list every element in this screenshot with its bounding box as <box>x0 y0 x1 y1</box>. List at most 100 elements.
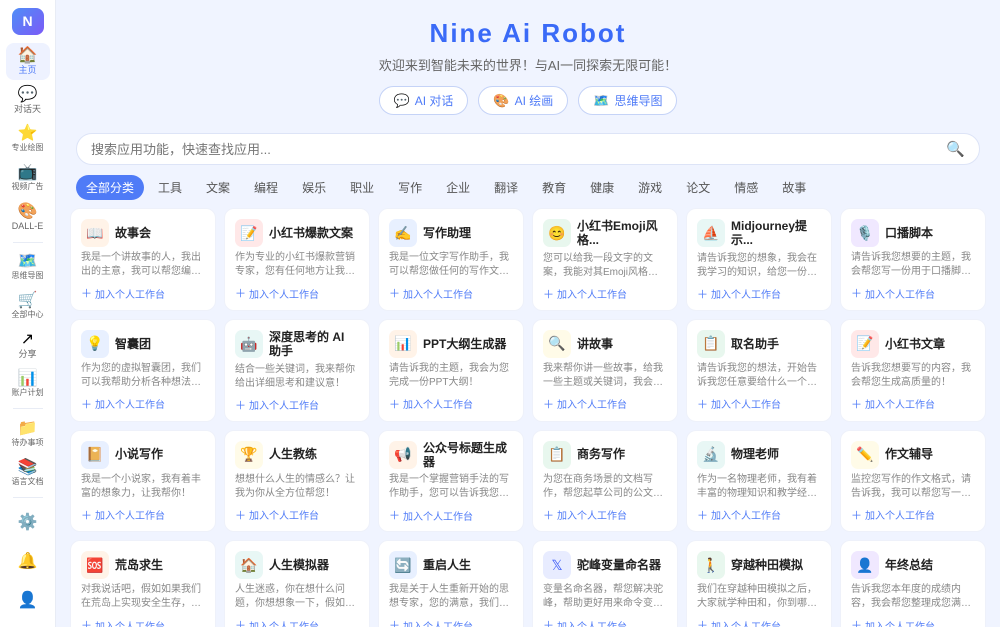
card-item[interactable]: 🎙️ 口播脚本 请告诉我您想要的主题，我会帮您写一份用于口播脚本的脚本文案！ ＋… <box>840 208 986 311</box>
tab-ai-draw[interactable]: 🎨 AI 绘画 <box>478 86 568 115</box>
card-title: 写作助理 <box>423 226 471 240</box>
sidebar-item-draw[interactable]: ⭐ 专业绘图 <box>6 121 50 158</box>
cat-tab-career[interactable]: 职业 <box>340 175 384 200</box>
card-add-button[interactable]: ＋ 加入个人工作台 <box>697 507 821 523</box>
card-add-button[interactable]: ＋ 加入个人工作台 <box>235 507 359 523</box>
card-add-button[interactable]: ＋ 加入个人工作台 <box>697 396 821 412</box>
cat-tab-all[interactable]: 全部分类 <box>76 175 144 200</box>
card-item[interactable]: 📋 取名助手 请告诉我您的想法，开始告诉我您任意要给什么一个什么名字！ ＋ 加入… <box>686 319 832 422</box>
tab-mindmap[interactable]: 🗺️ 思维导图 <box>578 86 677 115</box>
sidebar-label-draw: 专业绘图 <box>12 144 44 152</box>
card-item[interactable]: 📝 小红书爆款文案 作为专业的小红书爆款营销专家，您有任何地方让我帮助您撰写爆款… <box>224 208 370 311</box>
card-add-button[interactable]: ＋ 加入个人工作台 <box>81 507 205 523</box>
card-add-button[interactable]: ＋ 加入个人工作台 <box>235 397 359 413</box>
sidebar-item-dalle[interactable]: 🎨 DALL-E <box>6 199 50 236</box>
card-add-button[interactable]: ＋ 加入个人工作台 <box>697 286 821 302</box>
sidebar-item-center[interactable]: 🛒 全部中心 <box>6 288 50 325</box>
cat-tab-entertainment[interactable]: 娱乐 <box>292 175 336 200</box>
card-item[interactable]: 📖 故事会 我是一个讲故事的人，我出出的主意，我可以帮您编一些有意义的小故事！ … <box>70 208 216 311</box>
card-item[interactable]: 🔬 物理老师 作为一名物理老师，我有着丰富的物理知识和教学经验，可以帮助！ ＋ … <box>686 430 832 533</box>
tab-ai-chat[interactable]: 💬 AI 对话 <box>379 86 469 115</box>
sidebar-item-profile[interactable]: 👤 <box>6 582 50 619</box>
card-add-button[interactable]: ＋ 加入个人工作台 <box>543 617 667 627</box>
plus-icon: ＋ <box>543 617 554 627</box>
cat-tab-tools[interactable]: 工具 <box>148 175 192 200</box>
cat-tab-business[interactable]: 企业 <box>436 175 480 200</box>
card-title: 公众号标题生成器 <box>423 441 513 470</box>
card-item[interactable]: 😊 小红书Emoji风格... 您可以给我一段文字的文案，我能对其Emoji风格… <box>532 208 678 311</box>
palette-icon: 🎨 <box>18 204 38 220</box>
sidebar-item-account[interactable]: 📊 账户计划 <box>6 365 50 402</box>
sidebar-item-mindmap[interactable]: 🗺️ 思维导图 <box>6 249 50 286</box>
card-item[interactable]: 🚶 穿越种田模拟 我们在穿越种田模拟之后，大家就学种田和，你到哪里来！ 我们开始… <box>686 540 832 627</box>
card-item[interactable]: 🏆 人生教练 想想什么人生的情感么？让我为你从全方位帮您！ ＋ 加入个人工作台 <box>224 430 370 533</box>
card-add-button[interactable]: ＋ 加入个人工作台 <box>543 507 667 523</box>
sidebar-item-chat[interactable]: 💬 对话天 <box>6 82 50 119</box>
card-add-button[interactable]: ＋ 加入个人工作台 <box>389 617 513 627</box>
card-add-button[interactable]: ＋ 加入个人工作台 <box>851 285 975 301</box>
card-item[interactable]: 🆘 荒岛求生 对我说话吧，假如如果我们在荒岛上实现安全生存，那么，什么？ ＋ 加… <box>70 540 216 627</box>
card-title: PPT大纲生成器 <box>423 337 506 351</box>
sidebar-item-video[interactable]: 📺 视频广告 <box>6 160 50 197</box>
card-header: 📔 小说写作 <box>81 441 205 469</box>
card-add-button[interactable]: ＋ 加入个人工作台 <box>389 285 513 301</box>
cat-tab-story[interactable]: 故事 <box>772 175 816 200</box>
cat-tab-translate[interactable]: 翻译 <box>484 175 528 200</box>
card-title: 人生模拟器 <box>269 558 329 572</box>
sidebar-item-home[interactable]: 🏠 主页 <box>6 43 50 80</box>
card-item[interactable]: 🔍 讲故事 我来帮你讲一些故事，给我一些主题或关键词，我会帮您生成您！ ＋ 加入… <box>532 319 678 422</box>
card-item[interactable]: 𝕏 驼峰变量命名器 变量名命名器，帮您解决驼峰，帮助更好用来命令变量，学习三千变… <box>532 540 678 627</box>
card-desc: 我来帮你讲一些故事，给我一些主题或关键词，我会帮您生成您！ <box>543 362 667 390</box>
cat-tab-emotion[interactable]: 情感 <box>724 175 768 200</box>
card-add-button[interactable]: ＋ 加入个人工作台 <box>81 396 205 412</box>
card-item[interactable]: 📊 PPT大纲生成器 请告诉我的主题，我会为您完成一份PPT大纲！ ＋ 加入个人… <box>378 319 524 422</box>
card-item[interactable]: 📋 商务写作 为您在商务场景的文档写作，帮您起草公司的公文写作！ ＋ 加入个人工… <box>532 430 678 533</box>
sidebar-item-settings[interactable]: ⚙️ <box>6 504 50 541</box>
cat-tab-edu[interactable]: 教育 <box>532 175 576 200</box>
card-icon: 🎙️ <box>851 219 879 247</box>
sidebar-item-docs[interactable]: 📚 语言文档 <box>6 454 50 491</box>
sidebar-item-notifications[interactable]: 🔔 <box>6 543 50 580</box>
card-item[interactable]: ⛵ Midjourney提示... 请告诉我您的想象，我会在我学习的知识，给您一… <box>686 208 832 311</box>
card-item[interactable]: 📢 公众号标题生成器 我是一个掌握营销手法的写作助手，您可以告诉我您的主题，！ … <box>378 430 524 533</box>
plus-icon: ＋ <box>697 396 708 412</box>
card-item[interactable]: ✍️ 写作助理 我是一位文字写作助手，我可以帮您做任何的写作文档！ ＋ 加入个人… <box>378 208 524 311</box>
card-add-button[interactable]: ＋ 加入个人工作台 <box>543 286 667 302</box>
card-add-button[interactable]: ＋ 加入个人工作台 <box>851 617 975 627</box>
cat-tab-writing[interactable]: 写作 <box>388 175 432 200</box>
card-item[interactable]: 🔄 重启人生 我是关于人生重新开始的思想专家，您的满意，我们开始！ ＋ 加入个人… <box>378 540 524 627</box>
card-title: 小红书文章 <box>885 337 945 351</box>
card-item[interactable]: 🤖 深度思考的 AI 助手 结合一些关键词，我来帮你给出详细思考和建议意！ ＋ … <box>224 319 370 422</box>
plus-icon: ＋ <box>81 285 92 301</box>
sidebar-item-todo[interactable]: 📁 待办事项 <box>6 415 50 452</box>
card-add-button[interactable]: ＋ 加入个人工作台 <box>235 617 359 627</box>
cat-tab-copy[interactable]: 文案 <box>196 175 240 200</box>
card-header: 𝕏 驼峰变量命名器 <box>543 551 667 579</box>
card-add-button[interactable]: ＋ 加入个人工作台 <box>697 617 821 627</box>
card-add-button[interactable]: ＋ 加入个人工作台 <box>389 396 513 412</box>
card-item[interactable]: 📝 小红书文章 告诉我您想要写的内容，我会帮您生成高质量的！ ＋ 加入个人工作台 <box>840 319 986 422</box>
sidebar-item-share[interactable]: ↗ 分享 <box>6 327 50 364</box>
card-add-button[interactable]: ＋ 加入个人工作台 <box>389 507 513 523</box>
card-add-button[interactable]: ＋ 加入个人工作台 <box>543 396 667 412</box>
card-add-button[interactable]: ＋ 加入个人工作台 <box>851 396 975 412</box>
cat-tab-code[interactable]: 编程 <box>244 175 288 200</box>
card-item[interactable]: 👤 年终总结 告诉我您本年度的成绩内容，我会帮您整理成您满意的年终总结！ ＋ 加… <box>840 540 986 627</box>
card-item[interactable]: ✏️ 作文辅导 监控您写作的作文格式，请告诉我，我可以帮您写一篇优质！ ＋ 加入… <box>840 430 986 533</box>
card-add-label: 加入个人工作台 <box>403 508 473 523</box>
card-item[interactable]: 📔 小说写作 我是一个小说家，我有着丰富的想象力，让我帮你！ ＋ 加入个人工作台 <box>70 430 216 533</box>
card-item[interactable]: 🏠 人生模拟器 人生迷惑，你在想什么问题，你想想象一下，假如你是！ ＋ 加入个人… <box>224 540 370 627</box>
card-add-button[interactable]: ＋ 加入个人工作台 <box>851 507 975 523</box>
cat-tab-paper[interactable]: 论文 <box>676 175 720 200</box>
search-input[interactable] <box>91 142 946 157</box>
sidebar-divider-1 <box>13 242 43 243</box>
card-add-button[interactable]: ＋ 加入个人工作台 <box>235 285 359 301</box>
card-item[interactable]: 💡 智囊团 作为您的虚拟智囊团，我们可以我帮助分析各种想法，提供建议与建议！ ＋… <box>70 319 216 422</box>
card-desc: 作为您的虚拟智囊团，我们可以我帮助分析各种想法，提供建议与建议！ <box>81 362 205 390</box>
cat-tab-health[interactable]: 健康 <box>580 175 624 200</box>
sidebar: N 🏠 主页 💬 对话天 ⭐ 专业绘图 📺 视频广告 🎨 DALL-E 🗺️ 思… <box>0 0 56 627</box>
card-add-button[interactable]: ＋ 加入个人工作台 <box>81 285 205 301</box>
card-add-button[interactable]: ＋ 加入个人工作台 <box>81 617 205 627</box>
card-desc: 作为一名物理老师，我有着丰富的物理知识和教学经验，可以帮助！ <box>697 473 821 501</box>
cat-tab-game[interactable]: 游戏 <box>628 175 672 200</box>
